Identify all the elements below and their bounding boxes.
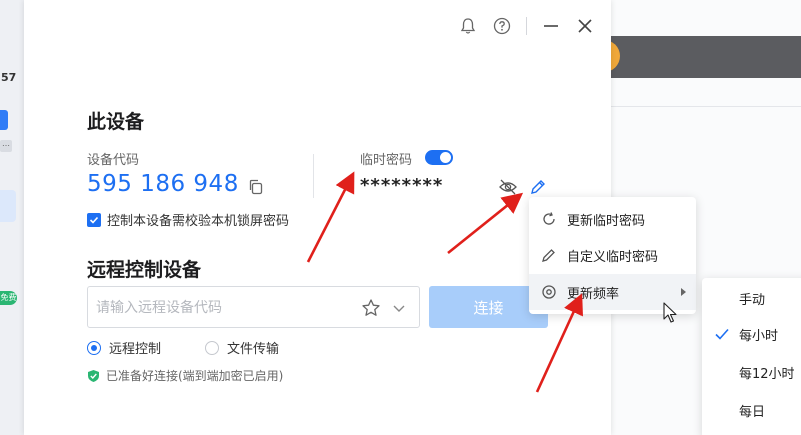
frequency-hourly[interactable]: 每小时 [702,316,801,352]
connection-status: 已准备好连接(端到端加密已启用) [87,367,283,384]
this-device-title: 此设备 [87,111,145,133]
hide-password-icon[interactable] [498,178,518,196]
connection-status-text: 已准备好连接(端到端加密已启用) [106,369,284,383]
background-header-bar [610,36,801,78]
frequency-manual[interactable]: 手动 [702,280,801,316]
radio-file-transfer[interactable] [205,340,219,355]
code-password-divider [313,154,314,198]
menu-item-custom-password[interactable]: 自定义临时密码 [529,237,696,273]
refresh-icon [543,212,555,225]
radio-remote-control[interactable] [87,340,101,355]
minimize-icon[interactable] [541,16,561,36]
radio-file-transfer-label: 文件传输 [227,342,280,357]
mode-file-transfer[interactable]: 文件传输 [205,338,279,357]
pencil-icon [542,249,555,262]
remote-control-title: 远程控制设备 [87,259,202,281]
shield-check-icon [88,369,99,382]
free-badge: 免费 [0,291,17,305]
lock-screen-checkbox-row[interactable]: 控制本设备需校验本机锁屏密码 [87,210,289,229]
frequency-12-hours[interactable]: 每12小时 [702,354,801,390]
sidebar-accent [0,110,8,130]
frequency-submenu: 手动 每小时 每12小时 每日 [702,278,801,435]
close-icon[interactable] [575,16,595,36]
bell-icon[interactable] [458,16,478,36]
mode-remote-control[interactable]: 远程控制 [87,338,161,357]
menu-item-label: 更新频率 [567,286,620,302]
radio-remote-control-label: 远程控制 [109,342,162,357]
menu-item-label: 更新临时密码 [567,213,646,229]
lock-screen-checkbox-label: 控制本设备需校验本机锁屏密码 [107,214,290,229]
background-sidebar: 57 … 免费 [0,0,26,435]
lock-screen-checkbox[interactable] [87,212,101,227]
menu-item-refresh-password[interactable]: 更新临时密码 [529,201,696,237]
toggle-knob [440,152,451,163]
background-divider [610,106,801,107]
temp-password-label: 临时密码 [360,153,413,168]
titlebar-separator [526,17,527,35]
star-icon[interactable] [361,298,381,318]
check-icon [715,328,729,340]
frequency-icon [542,285,556,299]
remote-code-box [87,286,420,328]
frequency-label: 每小时 [739,328,779,344]
chevron-down-icon[interactable] [391,300,407,316]
edit-password-icon[interactable] [529,178,547,196]
device-code-value: 595 186 948 [87,171,239,197]
password-context-menu: 更新临时密码 自定义临时密码 更新频率 [529,197,696,314]
help-icon[interactable] [492,16,512,36]
submenu-arrow-icon [681,288,686,296]
titlebar-controls [458,15,595,37]
frequency-daily[interactable]: 每日 [702,392,801,428]
frequency-label: 每日 [739,404,766,420]
sidebar-more-chip: … [0,140,12,152]
copy-icon[interactable] [247,178,265,196]
frequency-label: 每12小时 [739,366,795,382]
sidebar-number: 57 [1,71,17,84]
device-code-label: 设备代码 [87,153,140,168]
temp-password-value: ******** [360,175,444,196]
sidebar-selected-item[interactable] [0,190,16,222]
temp-password-toggle[interactable] [425,150,453,165]
remote-desktop-window: 此设备 设备代码 595 186 948 临时密码 ******** 控制本设备… [24,0,611,435]
menu-item-label: 自定义临时密码 [567,249,659,265]
remote-code-input[interactable] [96,297,346,319]
screen: 57 … 免费 此设备 设备代码 595 186 948 临时密码 ******… [0,0,801,435]
frequency-label: 手动 [739,292,766,308]
mouse-cursor-icon [663,302,677,323]
